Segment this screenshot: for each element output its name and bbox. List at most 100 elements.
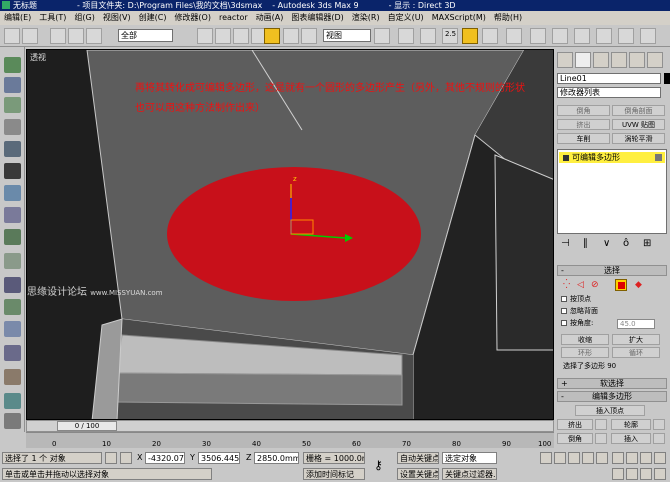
key-filters-button[interactable]: 关键点过滤器... — [442, 468, 497, 480]
time-slider-thumb[interactable]: 0 / 100 — [57, 421, 117, 431]
align-icon[interactable] — [552, 28, 568, 44]
scale-icon[interactable] — [301, 28, 317, 44]
rectangle-selection-icon[interactable] — [233, 28, 249, 44]
turbosmooth-modifier-button[interactable]: 涡轮平滑 — [612, 133, 665, 144]
deforming-mesh-icon[interactable] — [4, 141, 21, 157]
motion-tab-icon[interactable] — [611, 52, 627, 68]
pan-icon[interactable] — [626, 468, 638, 480]
angle-snap-icon[interactable]: 2.5 — [442, 28, 458, 44]
outline-settings-icon[interactable] — [653, 419, 665, 430]
previous-frame-icon[interactable] — [554, 452, 566, 464]
time-slider[interactable]: 0 / 100 — [26, 420, 554, 432]
auto-key-selection-dropdown[interactable]: 选定对象 — [442, 452, 497, 464]
inset-settings-icon[interactable] — [653, 433, 665, 444]
modify-tab-icon[interactable] — [575, 52, 591, 68]
add-time-tag[interactable]: 添加时间标记 — [303, 468, 365, 480]
spinner-snap-icon[interactable] — [482, 28, 498, 44]
polygon-icon[interactable] — [615, 279, 627, 291]
select-object-icon[interactable] — [197, 28, 213, 44]
make-unique-icon[interactable]: ∨ — [603, 237, 610, 251]
by-angle-checkbox[interactable]: 按角度: — [561, 319, 593, 328]
menu-edit[interactable]: 编辑(E) — [0, 11, 35, 25]
next-frame-icon[interactable] — [582, 452, 594, 464]
material-editor-icon[interactable] — [618, 28, 634, 44]
viewport-label[interactable]: 透视 — [30, 52, 46, 63]
bevel-modifier-button[interactable]: 倒角 — [557, 105, 610, 116]
select-by-name-icon[interactable] — [215, 28, 231, 44]
shrink-button[interactable]: 收缩 — [561, 334, 609, 345]
zoom-icon[interactable] — [612, 452, 624, 464]
undo-icon[interactable] — [4, 28, 20, 44]
motor-icon[interactable] — [4, 229, 21, 245]
auto-key-button[interactable]: 自动关键点 — [397, 452, 439, 464]
bevel-settings-icon[interactable] — [595, 433, 607, 444]
play-icon[interactable] — [568, 452, 580, 464]
extrude-settings-icon[interactable] — [595, 419, 607, 430]
dashpot-icon[interactable] — [4, 207, 21, 223]
selection-filter-dropdown[interactable]: 全部 — [118, 29, 173, 42]
fracture-icon[interactable] — [4, 299, 21, 315]
soft-selection-rollout-header[interactable]: + 软选择 — [557, 378, 667, 389]
hierarchy-tab-icon[interactable] — [593, 52, 609, 68]
perspective-viewport[interactable]: 透视 再将其转化成可编辑多边形，这是就有一个圆形的多边形产生（另外，其他不规则的… — [26, 49, 554, 420]
menu-graph-editors[interactable]: 图表编辑器(D) — [287, 11, 347, 25]
rigid-body-icon[interactable] — [4, 57, 21, 73]
plane-icon[interactable] — [4, 163, 21, 179]
edit-polygons-rollout-header[interactable]: - 编辑多边形 — [557, 391, 667, 402]
configure-modifier-sets-icon[interactable]: ⊞ — [643, 237, 651, 251]
key-icon[interactable]: ⚷ — [374, 458, 383, 472]
constraint-icon[interactable] — [4, 345, 21, 361]
show-end-result-icon[interactable]: ∥ — [583, 237, 588, 251]
extrude-button[interactable]: 挤出 — [557, 419, 593, 430]
arc-rotate-icon[interactable] — [640, 468, 652, 480]
object-name-field[interactable]: Line01 — [557, 73, 661, 84]
pivot-center-icon[interactable] — [374, 28, 390, 44]
toy-car-icon[interactable] — [4, 277, 21, 293]
go-to-end-icon[interactable] — [596, 452, 608, 464]
modifier-list-dropdown[interactable]: 修改器列表 — [557, 87, 661, 98]
menu-create[interactable]: 创建(C) — [135, 11, 171, 25]
bevel-profile-modifier-button[interactable]: 倒角剖面 — [612, 105, 665, 116]
create-tab-icon[interactable] — [557, 52, 573, 68]
inset-button[interactable]: 插入 — [611, 433, 651, 444]
stack-item-editable-poly[interactable]: 可编辑多边形 — [559, 152, 665, 163]
render-scene-icon[interactable] — [640, 28, 656, 44]
z-coordinate-field[interactable]: 2850.0mm — [254, 452, 299, 464]
loop-button[interactable]: 循环 — [612, 347, 660, 358]
snaps-toggle-icon[interactable] — [420, 28, 436, 44]
percent-snap-icon[interactable] — [462, 28, 478, 44]
wind-icon[interactable] — [4, 253, 21, 269]
select-manipulate-icon[interactable] — [398, 28, 414, 44]
hinge-icon[interactable] — [4, 369, 21, 385]
ring-button[interactable]: 环形 — [561, 347, 609, 358]
reference-coordinate-dropdown[interactable]: 视图 — [323, 29, 371, 42]
angle-spinner[interactable]: 45.0 — [617, 319, 655, 329]
redo-icon[interactable] — [22, 28, 38, 44]
menu-rendering[interactable]: 渲染(R) — [348, 11, 384, 25]
extrude-modifier-button[interactable]: 挤出 — [557, 119, 610, 130]
x-coordinate-field[interactable]: -4320.075 — [145, 452, 185, 464]
menu-tools[interactable]: 工具(T) — [35, 11, 70, 25]
menu-animation[interactable]: 动画(A) — [252, 11, 288, 25]
grow-button[interactable]: 扩大 — [612, 334, 660, 345]
preview-animation-icon[interactable] — [4, 393, 21, 409]
maximize-viewport-icon[interactable] — [654, 468, 666, 480]
outline-button[interactable]: 轮廓 — [611, 419, 651, 430]
insert-vertex-button[interactable]: 插入顶点 — [575, 405, 645, 416]
expand-icon[interactable] — [563, 154, 569, 161]
move-icon[interactable] — [264, 28, 280, 44]
layer-manager-icon[interactable] — [574, 28, 590, 44]
create-animation-icon[interactable] — [4, 413, 21, 429]
lathe-modifier-button[interactable]: 车削 — [557, 133, 610, 144]
mirror-icon[interactable] — [530, 28, 546, 44]
rotate-icon[interactable] — [283, 28, 299, 44]
bind-space-warp-icon[interactable] — [86, 28, 102, 44]
cloth-collection-icon[interactable] — [4, 77, 21, 93]
absolute-mode-icon[interactable] — [120, 452, 132, 464]
menu-help[interactable]: 帮助(H) — [490, 11, 526, 25]
lock-selection-icon[interactable] — [105, 452, 117, 464]
object-color-swatch[interactable] — [664, 73, 670, 84]
edge-icon[interactable]: ◁ — [577, 280, 584, 290]
remove-modifier-icon[interactable]: ô — [623, 237, 629, 251]
selection-rollout-header[interactable]: - 选择 — [557, 265, 667, 276]
